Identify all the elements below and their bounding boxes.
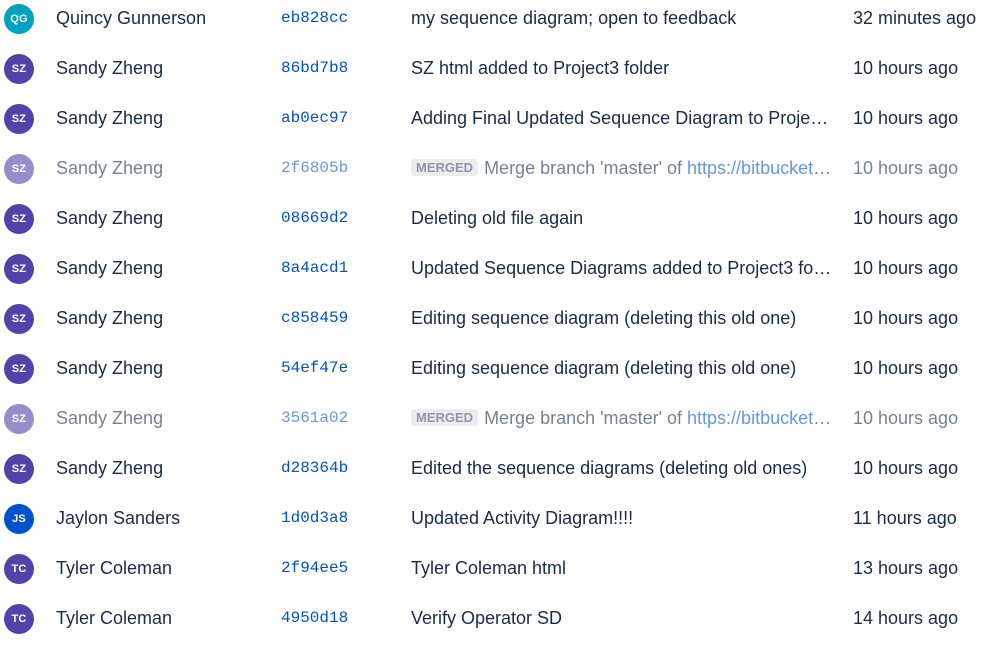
commit-message: my sequence diagram; open to feedback <box>411 8 737 28</box>
commit-author: Sandy Zheng <box>56 308 164 328</box>
commit-author: Tyler Coleman <box>56 608 173 628</box>
commit-row: SZ Sandy Zheng ab0ec97 Adding Final Upda… <box>0 99 985 149</box>
commit-time: 13 hours ago <box>853 558 959 578</box>
commit-hash-link[interactable]: 2f94ee5 <box>281 557 348 579</box>
commit-author: Tyler Coleman <box>56 558 173 578</box>
commit-hash-link[interactable]: 54ef47e <box>281 357 348 379</box>
commit-hash-link[interactable]: 8a4acd1 <box>281 257 348 279</box>
merge-message-text: Merge branch 'master' of <box>484 408 688 428</box>
commit-time: 10 hours ago <box>853 158 959 178</box>
commit-hash-link[interactable]: 08669d2 <box>281 207 348 229</box>
commit-message: Updated Activity Diagram!!!! <box>411 508 634 528</box>
commit-message: MERGED Merge branch 'master' of https://b… <box>411 406 835 430</box>
avatar[interactable]: SZ <box>4 54 34 84</box>
commit-list: QG Quincy Gunnerson eb828cc my sequence … <box>0 0 985 645</box>
commit-message: Tyler Coleman html <box>411 558 567 578</box>
commit-hash-link[interactable]: eb828cc <box>281 7 348 29</box>
commit-message: Verify Operator SD <box>411 608 563 628</box>
commit-hash-link[interactable]: 2f6805b <box>281 157 348 179</box>
commit-hash-link[interactable]: 1d0d3a8 <box>281 507 348 529</box>
commit-time: 10 hours ago <box>853 108 959 128</box>
commit-row: JS Jaylon Sanders 1d0d3a8 Updated Activi… <box>0 499 985 549</box>
commit-time: 10 hours ago <box>853 58 959 78</box>
avatar[interactable]: JS <box>4 504 34 534</box>
commit-author: Sandy Zheng <box>56 408 164 428</box>
commit-row-merge: SZ Sandy Zheng 3561a02 MERGED Merge branc… <box>0 399 985 449</box>
commit-hash-link[interactable]: 86bd7b8 <box>281 57 348 79</box>
commit-author: Sandy Zheng <box>56 208 164 228</box>
commit-time: 11 hours ago <box>853 508 957 528</box>
avatar[interactable]: TC <box>4 604 34 634</box>
avatar[interactable]: SZ <box>4 104 34 134</box>
merge-message-text: Merge branch 'master' of <box>484 158 688 178</box>
commit-message: SZ html added to Project3 folder <box>411 58 670 78</box>
commit-hash-link[interactable]: ab0ec97 <box>281 107 348 129</box>
commit-message: Editing sequence diagram (deleting this … <box>411 358 797 378</box>
commit-row: QG Quincy Gunnerson eb828cc my sequence … <box>0 0 985 49</box>
commit-author: Sandy Zheng <box>56 258 164 278</box>
commit-author: Sandy Zheng <box>56 158 164 178</box>
commit-row: SZ Sandy Zheng d28364b Edited the sequen… <box>0 449 985 499</box>
commit-message: Updated Sequence Diagrams added to Proje… <box>411 258 835 278</box>
commit-time: 14 hours ago <box>853 608 959 628</box>
commit-time: 10 hours ago <box>853 408 959 428</box>
avatar[interactable]: TC <box>4 554 34 584</box>
commit-message: Edited the sequence diagrams (deleting o… <box>411 458 808 478</box>
commit-row: SZ Sandy Zheng 8a4acd1 Updated Sequence … <box>0 249 985 299</box>
commit-row: SZ Sandy Zheng 54ef47e Editing sequence … <box>0 349 985 399</box>
commit-hash-link[interactable]: d28364b <box>281 457 348 479</box>
commit-author: Sandy Zheng <box>56 58 164 78</box>
commit-message: MERGED Merge branch 'master' of https://b… <box>411 156 835 180</box>
avatar[interactable]: SZ <box>4 404 34 434</box>
commit-time: 10 hours ago <box>853 458 959 478</box>
commit-message: Adding Final Updated Sequence Diagram to… <box>411 108 835 128</box>
commit-author: Sandy Zheng <box>56 458 164 478</box>
commit-row: SZ Sandy Zheng 08669d2 Deleting old file… <box>0 199 985 249</box>
avatar[interactable]: SZ <box>4 254 34 284</box>
commit-time: 10 hours ago <box>853 308 959 328</box>
merged-badge: MERGED <box>411 409 479 426</box>
commit-author: Sandy Zheng <box>56 108 164 128</box>
commit-row: SZ Sandy Zheng c858459 Editing sequence … <box>0 299 985 349</box>
commit-hash-link[interactable]: 4950d18 <box>281 607 348 629</box>
avatar[interactable]: SZ <box>4 354 34 384</box>
commit-row-merge: SZ Sandy Zheng 2f6805b MERGED Merge branc… <box>0 149 985 199</box>
commit-time: 10 hours ago <box>853 258 959 278</box>
commit-time: 32 minutes ago <box>853 8 977 28</box>
commit-time: 10 hours ago <box>853 208 959 228</box>
avatar[interactable]: SZ <box>4 304 34 334</box>
commit-author: Quincy Gunnerson <box>56 8 207 28</box>
avatar[interactable]: SZ <box>4 204 34 234</box>
commit-time: 10 hours ago <box>853 358 959 378</box>
repo-link[interactable]: https://bitbucket.org/project3 <box>687 158 835 178</box>
commit-hash-link[interactable]: 3561a02 <box>281 407 348 429</box>
avatar[interactable]: QG <box>4 4 34 34</box>
commit-row: TC Tyler Coleman 2f94ee5 Tyler Coleman h… <box>0 549 985 599</box>
commit-author: Jaylon Sanders <box>56 508 181 528</box>
commit-row: SZ Sandy Zheng 86bd7b8 SZ html added to … <box>0 49 985 99</box>
commit-row: TC Tyler Coleman 4950d18 Verify Operator… <box>0 599 985 649</box>
repo-link[interactable]: https://bitbucket.org/project3 <box>687 408 835 428</box>
avatar[interactable]: SZ <box>4 454 34 484</box>
commit-message: Deleting old file again <box>411 208 584 228</box>
avatar[interactable]: SZ <box>4 154 34 184</box>
merged-badge: MERGED <box>411 159 479 176</box>
commit-author: Sandy Zheng <box>56 358 164 378</box>
commit-message: Editing sequence diagram (deleting this … <box>411 308 797 328</box>
commit-hash-link[interactable]: c858459 <box>281 307 348 329</box>
